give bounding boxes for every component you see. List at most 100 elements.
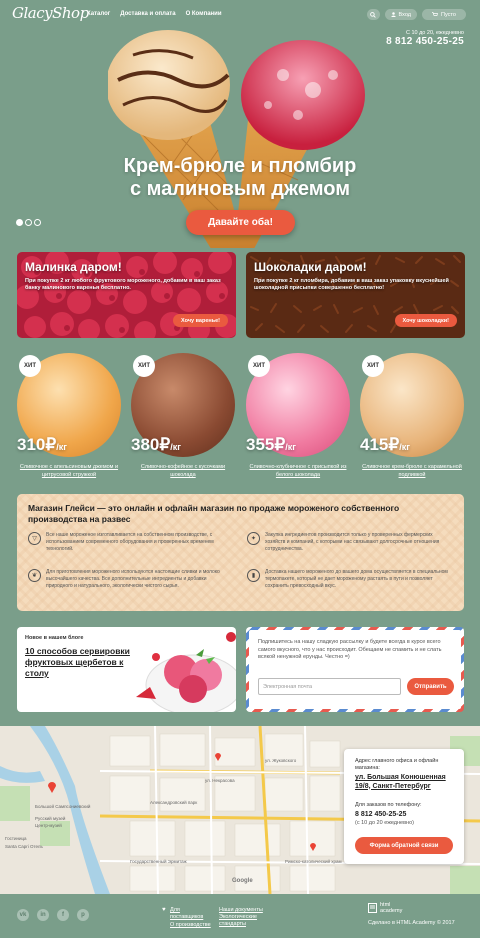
page: GlacyShop Каталог Доставка и оплата О Ко… [0, 0, 480, 938]
hero-cta-button[interactable]: Давайте оба! [186, 210, 295, 235]
pinterest-icon[interactable]: p [77, 909, 89, 921]
hit-badge: ХИТ [248, 355, 270, 377]
nav-item-about[interactable]: О Компании [186, 11, 222, 17]
product-card[interactable]: ХИТ 380₽/кг Сливочно-кофейное с кусочкам… [131, 353, 235, 483]
cart-button[interactable]: Пусто [422, 9, 466, 20]
footer-link-documents[interactable]: Наши документы [219, 907, 263, 914]
contact-hours: (с 10 до 20 ежедневно) [355, 820, 414, 826]
hero-section: GlacyShop Каталог Доставка и оплата О Ко… [0, 0, 480, 248]
promo-title: Малинка даром! [25, 260, 122, 274]
footer-link-suppliers[interactable]: Для поставщиков [170, 907, 210, 921]
academy-name: html academy [380, 902, 403, 914]
price-value: 355₽ [246, 435, 286, 454]
header-phone[interactable]: 8 812 450-25-25 [386, 36, 464, 47]
product-name[interactable]: Сливочно-кофейное с кусочками шоколада [131, 463, 235, 479]
user-icon [390, 12, 396, 17]
feature-text: Закупка ингредиентов производится только… [265, 532, 440, 552]
promo-title: Шоколадки даром! [254, 260, 367, 274]
subscribe-text: Подпишитесь на нашу сладкую рассылку и б… [258, 639, 442, 660]
map-label: Русский музей [35, 816, 66, 821]
map-label: ул. Жуковского [265, 758, 297, 763]
hero-title-line2: с малиновым джемом [129, 178, 351, 200]
blog-card: Новое в нашем блоге 10 способов сервиров… [17, 627, 236, 712]
product-name[interactable]: Сливочное с апельсиновым джемом и цитрус… [17, 463, 121, 479]
about-section: Магазин Глейси — это онлайн и офлайн маг… [17, 494, 464, 611]
map-label: Государственный Эрмитаж [130, 859, 187, 864]
price-unit: /кг [285, 442, 296, 452]
search-icon [370, 11, 376, 18]
map-label: Римско-католический храм [285, 859, 342, 864]
contact-phone[interactable]: 8 812 450-25-25 [355, 811, 406, 818]
email-field[interactable]: Электронная почта [258, 678, 401, 695]
feedback-button[interactable]: Форма обратной связи [355, 837, 453, 854]
leaf-icon: ❦ [28, 569, 41, 582]
price-value: 415₽ [360, 435, 400, 454]
feature-text: Все наше мороженое изготавливается на со… [46, 532, 214, 552]
about-title: Магазин Глейси — это онлайн и офлайн маг… [28, 503, 400, 524]
subscribe-inner: Подпишитесь на нашу сладкую рассылку и б… [249, 630, 461, 709]
sherbet-image [136, 632, 236, 712]
product-card[interactable]: ХИТ 415₽/кг Сливочное крем-брюле с карам… [360, 353, 464, 483]
cart-label: Пусто [441, 11, 456, 18]
login-label: Вход [398, 11, 411, 18]
nav-item-delivery[interactable]: Доставка и оплата [120, 11, 175, 17]
feature-item: ❦ Для приготовления мороженого использую… [28, 569, 228, 599]
product-name[interactable]: Сливочно-клубничное с присыпкой из белог… [246, 463, 350, 479]
hit-badge: ХИТ [362, 355, 384, 377]
hit-badge: ХИТ [19, 355, 41, 377]
address-link[interactable]: ул. Большая Конюшенная 19/8, Санкт-Петер… [355, 774, 457, 791]
site-header: GlacyShop Каталог Доставка и оплата О Ко… [0, 0, 480, 47]
map-label: Гостиница [5, 836, 27, 841]
feature-item: ▮ Доставка нашего мороженого до вашего д… [247, 569, 448, 599]
product-name[interactable]: Сливочное крем-брюле с карамельной подли… [360, 463, 464, 479]
product-price: 355₽/кг [246, 435, 296, 455]
blog-post-link[interactable]: 10 способов сервировки фруктовых щербето… [25, 646, 145, 679]
price-unit: /кг [170, 442, 181, 452]
feature-item: ▽ Все наше мороженое изготавливается на … [28, 532, 228, 562]
instagram-icon[interactable]: in [37, 909, 49, 921]
map-label: Центр-музей [35, 823, 62, 828]
promo-text: При покупке 2 кг пломбира, добавим в ваш… [254, 278, 449, 291]
subscribe-card: Подпишитесь на нашу сладкую рассылку и б… [246, 627, 464, 712]
feature-item: ✦ Закупка ингредиентов производится толь… [247, 532, 447, 562]
search-button[interactable] [366, 9, 380, 20]
map-label: Александровский парк [150, 800, 198, 805]
slider-dot-2[interactable] [25, 219, 32, 226]
promo-card-raspberry: Малинка даром! При покупке 2 кг любого ф… [17, 252, 236, 338]
price-unit: /кг [56, 442, 67, 452]
product-price: 380₽/кг [131, 435, 181, 455]
promo-button[interactable]: Хочу варенье! [173, 314, 228, 327]
logo[interactable]: GlacyShop [12, 4, 89, 22]
address-label: Адрес главного офиса и офлайн магазина: [355, 758, 439, 771]
feature-text: Доставка нашего мороженого до вашего дом… [265, 569, 448, 589]
login-button[interactable]: Вход [384, 9, 417, 20]
product-price: 415₽/кг [360, 435, 410, 455]
cart-icon [432, 12, 438, 16]
handshake-icon: ✦ [247, 532, 260, 545]
map-label: Santa Capri Отель [5, 844, 43, 849]
subscribe-button[interactable]: Отправить [407, 678, 454, 695]
footer-link-eco[interactable]: Экологические стандарты [219, 914, 267, 928]
main-nav: Каталог Доставка и оплата О Компании [87, 11, 222, 17]
map-label: Большой Сампсониевский [35, 804, 91, 809]
footer-link-production[interactable]: О производстве [170, 922, 211, 929]
vk-icon[interactable]: vk [17, 909, 29, 921]
footer-credit[interactable]: Сделано в HTML Academy © 2017 [368, 920, 455, 927]
price-value: 380₽ [131, 435, 171, 454]
price-value: 310₽ [17, 435, 57, 454]
heart-icon: ♥ [162, 907, 166, 913]
facebook-icon[interactable]: f [57, 909, 69, 921]
slider-dot-1[interactable] [16, 219, 23, 226]
academy-icon [368, 903, 377, 913]
promo-card-chocolate: Шоколадки даром! При покупке 2 кг пломби… [246, 252, 465, 338]
nav-item-catalog[interactable]: Каталог [87, 11, 110, 17]
feature-text: Для приготовления мороженого используютс… [46, 569, 220, 589]
thermos-icon: ▮ [247, 569, 260, 582]
phone-label: Для заказов по телефону: [355, 802, 422, 808]
slider-dot-3[interactable] [34, 219, 41, 226]
header-buttons: Вход Пусто [366, 9, 466, 20]
htmlacademy-logo[interactable]: html academy [368, 902, 404, 914]
product-card[interactable]: ХИТ 310₽/кг Сливочное с апельсиновым дже… [17, 353, 121, 483]
promo-button[interactable]: Хочу шоколадки! [394, 314, 457, 327]
product-card[interactable]: ХИТ 355₽/кг Сливочно-клубничное с присып… [246, 353, 350, 483]
